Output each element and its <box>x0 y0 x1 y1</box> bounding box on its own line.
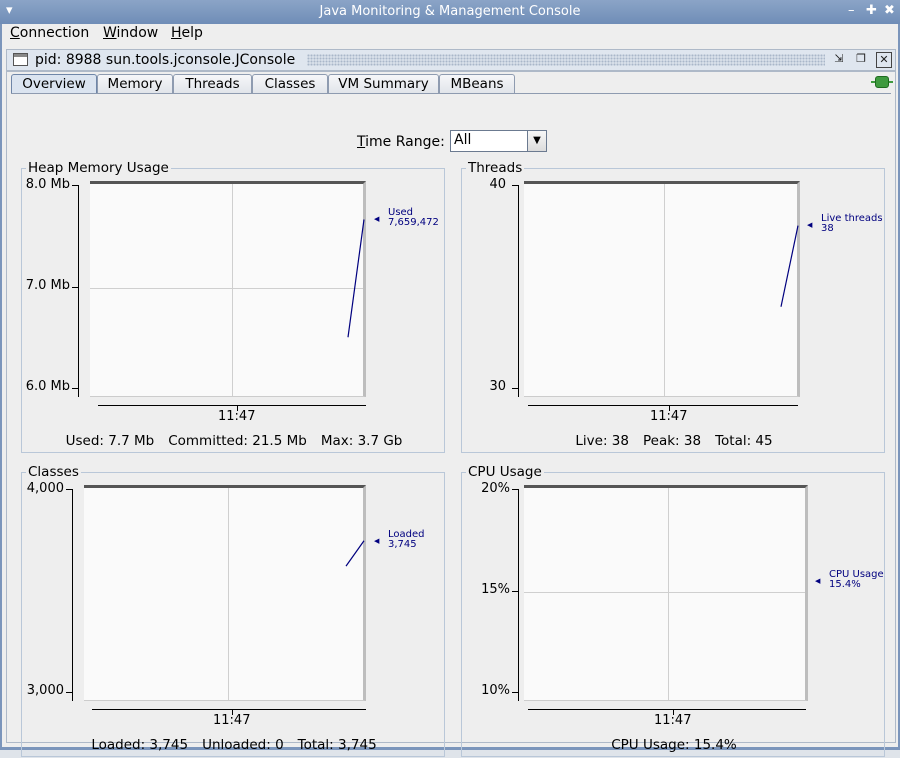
threads-legend: ◀ Live threads 38 <box>807 214 883 234</box>
restore-icon[interactable]: ❐ <box>853 52 869 68</box>
heap-used-line <box>347 219 365 338</box>
threads-legend-value: 38 <box>821 223 834 234</box>
legend-marker-icon: ◀ <box>807 221 813 229</box>
classes-panel: Classes 4,000 3,000 11:47 ◀ Loaded 3,745… <box>21 464 446 757</box>
cpu-y-tick <box>512 692 518 693</box>
window-titlebar[interactable]: ▾ Java Monitoring & Management Console –… <box>0 0 900 24</box>
heap-used-series <box>347 219 365 338</box>
threads-stats: Live: 38 Peak: 38 Total: 45 <box>462 433 886 449</box>
heap-max-stat: Max: 3.7 Gb <box>320 433 403 449</box>
cpu-panel-title: CPU Usage <box>466 464 544 480</box>
threads-live-line <box>780 225 799 307</box>
legend-marker-icon: ◀ <box>815 577 821 585</box>
tab-vm-summary[interactable]: VM Summary <box>328 74 439 93</box>
tab-mbeans[interactable]: MBeans <box>439 74 515 93</box>
time-range-value: All <box>454 132 472 148</box>
menu-window[interactable]: Window <box>103 25 158 41</box>
cpu-plot-area <box>524 485 808 701</box>
classes-loaded-line <box>345 540 365 567</box>
cpu-legend-value: 15.4% <box>829 579 861 590</box>
classes-total-stat: Total: 3,745 <box>297 737 377 753</box>
tab-classes[interactable]: Classes <box>252 74 328 93</box>
tab-threads[interactable]: Threads <box>173 74 252 93</box>
cpu-y-label-mid: 15% <box>481 582 510 597</box>
cpu-y-label-top: 20% <box>481 481 510 496</box>
classes-legend: ◀ Loaded 3,745 <box>374 530 425 550</box>
cpu-usage-panel: CPU Usage 20% 15% 10% 11:47 ◀ CPU Usage … <box>461 464 886 757</box>
cpu-y-axis <box>518 489 519 701</box>
cpu-y-tick <box>512 591 518 592</box>
classes-loaded-stat: Loaded: 3,745 <box>91 737 189 753</box>
threads-total-stat: Total: 45 <box>715 433 773 449</box>
dropdown-arrow-icon[interactable]: ▼ <box>527 131 546 151</box>
minimize-icon[interactable]: – <box>848 3 855 19</box>
classes-legend-value: 3,745 <box>388 539 417 550</box>
menu-connection[interactable]: Connection <box>10 25 89 41</box>
main-window: Connection Window Help pid: 8988 sun.too… <box>0 24 900 757</box>
grid-line <box>524 592 805 593</box>
tab-overview[interactable]: Overview <box>11 74 97 94</box>
close-icon[interactable]: ✖ <box>884 3 895 19</box>
frame-icon <box>13 53 28 66</box>
window-title: Java Monitoring & Management Console <box>319 4 581 19</box>
cpu-x-label: 11:47 <box>654 713 692 728</box>
cpu-y-label-bottom: 10% <box>481 683 510 698</box>
tab-memory[interactable]: Memory <box>97 74 173 93</box>
heap-memory-panel: Heap Memory Usage 8.0 Mb 7.0 Mb 6.0 Mb 1… <box>21 160 446 453</box>
classes-stats: Loaded: 3,745 Unloaded: 0 Total: 3,745 <box>22 737 446 753</box>
heap-legend: ◀ Used 7,659,472 <box>374 208 439 228</box>
maximize-icon[interactable]: ✚ <box>866 3 877 19</box>
heap-used-stat: Used: 7.7 Mb <box>65 433 155 449</box>
frame-close-icon[interactable]: ✕ <box>876 52 892 68</box>
legend-marker-icon: ◀ <box>374 215 380 223</box>
threads-live-series <box>780 225 799 307</box>
menu-help-rest: elp <box>181 25 203 41</box>
titlebar-grip <box>307 54 825 66</box>
iconify-icon[interactable]: ⇲ <box>831 52 847 68</box>
cpu-stats: CPU Usage: 15.4% <box>462 737 886 753</box>
heap-stats: Used: 7.7 Mb Committed: 21.5 Mb Max: 3.7 G… <box>22 433 446 449</box>
classes-unloaded-stat: Unloaded: 0 <box>202 737 284 753</box>
time-range-label: Time Range: <box>357 134 445 150</box>
classes-loaded-series <box>345 540 365 567</box>
legend-marker-icon: ◀ <box>374 537 380 545</box>
cpu-x-axis <box>528 709 806 710</box>
connection-status-icon <box>871 76 893 88</box>
cpu-y-tick <box>512 489 518 490</box>
internal-frame-titlebar[interactable]: pid: 8988 sun.tools.jconsole.JConsole ⇲ … <box>6 49 896 71</box>
threads-live-stat: Live: 38 <box>575 433 629 449</box>
overview-content: Overview Memory Threads Classes VM Summa… <box>6 71 896 757</box>
grid-line <box>668 488 669 700</box>
heap-legend-value: 7,659,472 <box>388 217 439 228</box>
menu-help[interactable]: Help <box>171 25 203 41</box>
time-range-label-rest: ime Range: <box>365 134 445 150</box>
tab-underline <box>11 93 891 94</box>
heap-committed-stat: Committed: 21.5 Mb <box>168 433 307 449</box>
menu-window-rest: indow <box>116 25 159 41</box>
cpu-legend: ◀ CPU Usage 15.4% <box>815 570 884 590</box>
menu-connection-rest: onnection <box>19 25 90 41</box>
time-range-select[interactable]: All ▼ <box>450 130 547 152</box>
threads-peak-stat: Peak: 38 <box>642 433 702 449</box>
internal-frame-title: pid: 8988 sun.tools.jconsole.JConsole <box>35 52 296 68</box>
threads-panel: Threads 40 30 11:47 ◀ Live threads 38 Li… <box>461 160 886 453</box>
cpu-usage-stat: CPU Usage: 15.4% <box>611 737 737 753</box>
